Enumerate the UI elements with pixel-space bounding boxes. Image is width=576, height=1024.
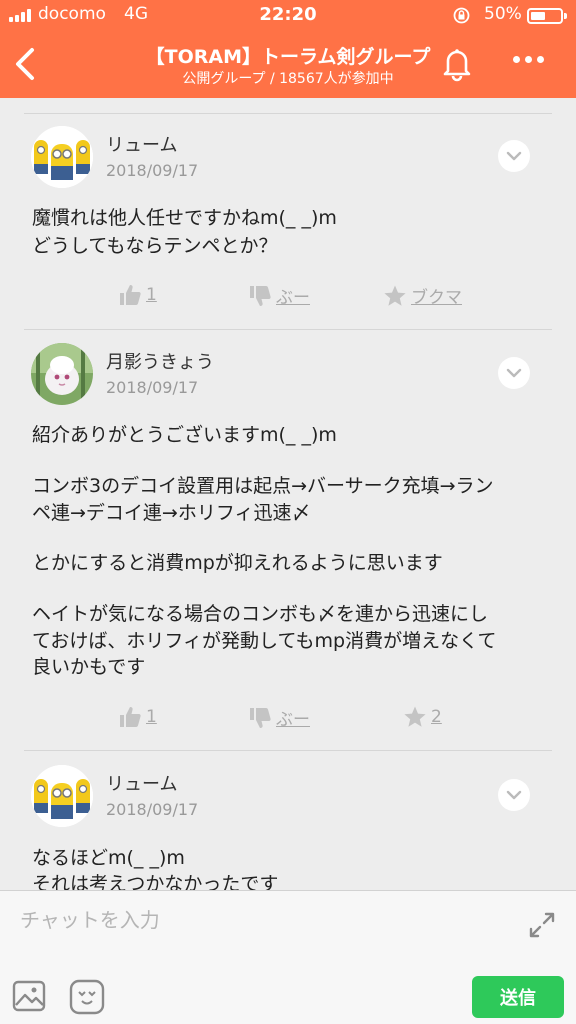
post-text-line: なるほどm(_ _)m bbox=[32, 847, 185, 869]
minion-avatar[interactable] bbox=[31, 765, 93, 827]
post-text-line: とかにすると消費mpが抑えれるように思います bbox=[32, 552, 443, 574]
bookmark-count: 2 bbox=[431, 707, 442, 727]
group-subtitle: 公開グループ / 18567人が参加中 bbox=[182, 71, 394, 87]
thumbs-up-icon bbox=[120, 707, 141, 727]
boo-button[interactable]: ぶー bbox=[248, 705, 310, 730]
post-text-line: ておけば、ホリフィが発動してもmp消費が増えなくて bbox=[32, 630, 497, 652]
boo-label: ぶー bbox=[276, 710, 310, 730]
bookmark-label: ブクマ bbox=[411, 288, 462, 308]
thumbs-up-icon bbox=[120, 285, 141, 305]
minion-avatar[interactable] bbox=[31, 126, 93, 188]
post-text-line: コンボ3のデコイ設置用は起点→バーサーク充填→ラン bbox=[32, 475, 494, 497]
message-feed[interactable]: リューム 2018/09/17 魔慣れは他人任せですかねm(_ _)m どうして… bbox=[0, 98, 576, 890]
boo-button[interactable]: ぶー bbox=[248, 283, 310, 308]
post-date: 2018/09/17 bbox=[106, 161, 199, 180]
more-dots-icon[interactable] bbox=[513, 56, 544, 63]
post-username[interactable]: リューム bbox=[106, 131, 177, 157]
post-text-line: 紹介ありがとうございますm(_ _)m bbox=[32, 424, 337, 446]
chevron-down-icon[interactable] bbox=[498, 140, 530, 172]
divider bbox=[24, 750, 552, 751]
status-bar: docomo 4G 22:20 50% bbox=[0, 0, 576, 30]
chat-input[interactable] bbox=[0, 891, 520, 949]
app-header: docomo 4G 22:20 50% 【TORAM】トーラム剣グループ 公開グ… bbox=[0, 0, 576, 98]
bookmark-button[interactable]: 2 bbox=[403, 705, 442, 729]
image-icon[interactable] bbox=[12, 979, 46, 1013]
chat-composer: 送信 bbox=[0, 890, 576, 1024]
divider bbox=[24, 113, 552, 114]
post-date: 2018/09/17 bbox=[106, 800, 199, 819]
group-title: 【TORAM】トーラム剣グループ bbox=[145, 46, 431, 68]
battery-percent: 50% bbox=[484, 4, 522, 24]
star-icon bbox=[404, 706, 426, 727]
rotation-lock-icon bbox=[453, 7, 470, 24]
post-username[interactable]: 月影うきょう bbox=[106, 348, 214, 374]
post-text-line: ヘイトが気になる場合のコンボも〆を連から迅速にし bbox=[32, 603, 489, 625]
post-text-line: 良いかもです bbox=[32, 656, 146, 678]
divider bbox=[24, 329, 552, 330]
like-button[interactable]: 1 bbox=[118, 283, 157, 307]
white-fluffy-avatar[interactable] bbox=[31, 343, 93, 405]
post-text-line: どうしてもならテンペとか？ bbox=[32, 235, 278, 257]
like-count: 1 bbox=[146, 707, 157, 727]
post-text-line: 魔慣れは他人任せですかねm(_ _)m bbox=[32, 207, 337, 229]
post-text-line: それは考えつかなかったです bbox=[32, 873, 279, 890]
sticker-icon[interactable] bbox=[69, 979, 105, 1015]
chevron-down-icon[interactable] bbox=[498, 779, 530, 811]
like-button[interactable]: 1 bbox=[118, 705, 157, 729]
post-actions: 1 ぶー ブクマ bbox=[0, 283, 576, 313]
post-actions: 1 ぶー 2 bbox=[0, 705, 576, 735]
post-username[interactable]: リューム bbox=[106, 770, 177, 796]
battery-icon bbox=[527, 8, 567, 24]
send-button[interactable]: 送信 bbox=[472, 976, 564, 1018]
like-count: 1 bbox=[146, 285, 157, 305]
boo-label: ぶー bbox=[276, 288, 310, 308]
post-date: 2018/09/17 bbox=[106, 378, 199, 397]
post-text-line: ペ連→デコイ連→ホリフィ迅速〆 bbox=[32, 502, 311, 524]
expand-icon[interactable] bbox=[527, 910, 557, 940]
star-icon bbox=[384, 285, 406, 306]
thumbs-down-icon bbox=[250, 285, 271, 306]
bell-icon[interactable] bbox=[438, 44, 476, 82]
chevron-down-icon[interactable] bbox=[498, 357, 530, 389]
thumbs-down-icon bbox=[250, 707, 271, 728]
bookmark-button[interactable]: ブクマ bbox=[383, 283, 462, 308]
